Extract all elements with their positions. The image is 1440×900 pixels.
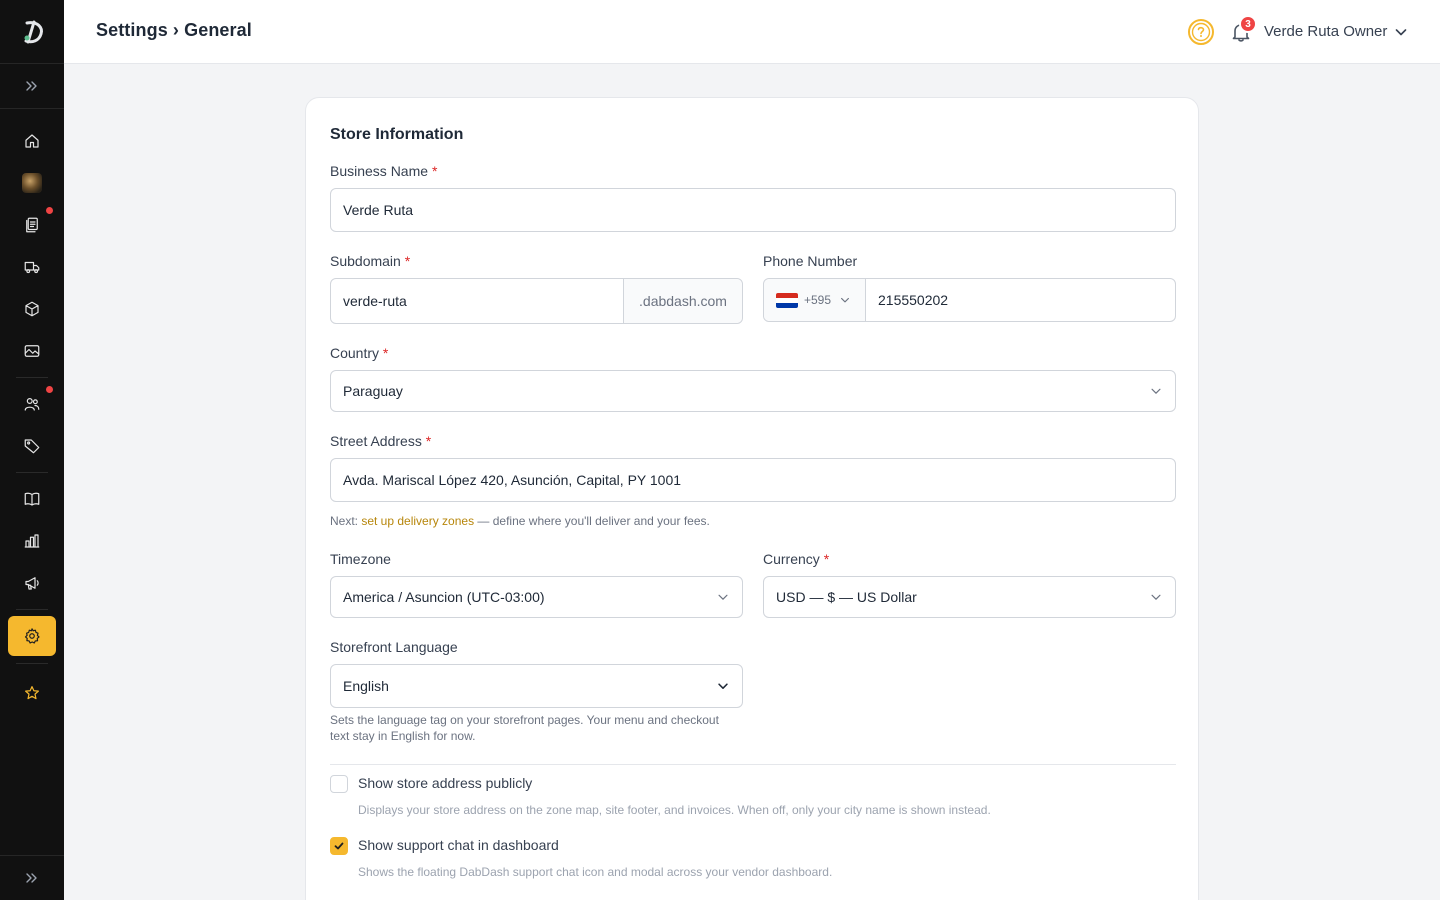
delivery-truck-icon (24, 261, 40, 274)
sidebar-item-products[interactable] (8, 289, 56, 329)
chevron-down-icon (718, 683, 728, 689)
phone-number-input[interactable]: +595 215550202 (763, 278, 1176, 322)
sidebar-item-marketing[interactable] (8, 563, 56, 603)
show-address-checkbox[interactable] (330, 775, 348, 793)
sidebar-divider (16, 609, 48, 610)
country-select[interactable]: Paraguay (330, 370, 1176, 412)
chevron-down-icon[interactable] (1393, 24, 1409, 40)
delivery-zones-hint: Next: set up delivery zones — define whe… (330, 514, 710, 528)
street-address-input[interactable]: Avda. Mariscal López 420, Asunción, Capi… (330, 458, 1176, 502)
business-name-label: Business Name * (330, 163, 438, 179)
country-code-select[interactable]: +595 (764, 279, 866, 321)
currency-label: Currency * (763, 551, 830, 567)
chevron-down-icon (841, 297, 850, 303)
subdomain-input[interactable]: verde-ruta .dabdash.com (330, 278, 743, 324)
support-chat-label[interactable]: Show support chat in dashboard (358, 837, 559, 853)
sidebar-divider (16, 663, 48, 664)
delivery-zones-link[interactable]: set up delivery zones (361, 514, 474, 528)
support-chat-checkbox[interactable] (330, 837, 348, 855)
chevron-down-icon (1151, 388, 1161, 394)
language-hint: Sets the language tag on your storefront… (330, 713, 719, 743)
double-chevron-right-icon (26, 873, 37, 883)
currency-select[interactable]: USD — $ — US Dollar (763, 576, 1176, 618)
sidebar-item-delivery[interactable] (8, 247, 56, 287)
product-thumbnail (22, 173, 42, 193)
sidebar-item-guides[interactable] (8, 479, 56, 519)
sidebar-item-analytics[interactable] (8, 521, 56, 561)
sidebar-item-promotions[interactable] (8, 426, 56, 466)
sidebar-item-home[interactable] (8, 121, 56, 161)
checkmark-icon (334, 842, 344, 850)
street-address-value: Avda. Mariscal López 420, Asunción, Capi… (343, 472, 682, 488)
storefront-language-value: English (343, 678, 389, 694)
home-icon (25, 134, 39, 148)
sidebar-divider (16, 377, 48, 378)
page-title: Settings › General (96, 20, 252, 40)
megaphone-icon (25, 577, 39, 590)
chevron-down-icon (718, 594, 728, 600)
country-value: Paraguay (343, 383, 403, 399)
book-icon (24, 492, 40, 506)
country-label: Country * (330, 345, 389, 361)
show-address-description: Displays your store address on the zone … (358, 803, 991, 817)
orders-icon (26, 217, 38, 233)
store-information-card: Store Information Business Name * Verde … (305, 97, 1199, 900)
customers-alert-dot (46, 386, 53, 393)
phone-number-label: Phone Number (763, 253, 858, 269)
subdomain-value: verde-ruta (343, 293, 407, 309)
chevron-down-icon (1151, 594, 1161, 600)
analytics-icon (24, 534, 40, 548)
subdomain-label: Subdomain * (330, 253, 411, 269)
users-icon (24, 398, 40, 411)
image-icon (24, 345, 40, 357)
sidebar-item-settings[interactable] (8, 616, 56, 656)
settings-icon (24, 628, 40, 644)
show-address-label[interactable]: Show store address publicly (358, 775, 532, 791)
user-menu-name[interactable]: Verde Ruta Owner (1264, 23, 1387, 40)
country-code-value: +595 (804, 293, 832, 307)
storefront-language-select[interactable]: English (330, 664, 743, 708)
storefront-language-label: Storefront Language (330, 639, 458, 655)
business-name-input[interactable]: Verde Ruta (330, 188, 1176, 232)
sidebar-expand-button[interactable] (0, 64, 64, 109)
currency-value: USD — $ — US Dollar (776, 589, 917, 605)
dabdash-logo-icon (24, 20, 43, 43)
sidebar-collapse-button[interactable] (0, 855, 64, 900)
paraguay-flag-icon (776, 292, 798, 308)
dabdash-logo[interactable] (0, 0, 64, 64)
box-icon (25, 301, 39, 317)
orders-alert-dot (46, 207, 53, 214)
subdomain-suffix: .dabdash.com (623, 279, 742, 323)
double-chevron-right-icon (26, 81, 37, 91)
phone-number-value: 215550202 (878, 292, 949, 308)
timezone-value: America / Asuncion (UTC-03:00) (343, 589, 545, 605)
sidebar-item-product[interactable] (8, 163, 56, 203)
timezone-label: Timezone (330, 551, 391, 567)
top-header: Settings › General 3 Verde Ruta Owner (64, 0, 1440, 64)
sidebar-item-media[interactable] (8, 331, 56, 371)
sidebar (0, 0, 64, 900)
timezone-select[interactable]: America / Asuncion (UTC-03:00) (330, 576, 743, 618)
street-address-label: Street Address * (330, 433, 432, 449)
section-title: Store Information (330, 126, 464, 143)
help-icon[interactable] (1187, 18, 1215, 46)
sidebar-item-favorites[interactable] (8, 673, 56, 713)
notification-count-badge: 3 (1239, 15, 1257, 33)
star-icon (25, 686, 39, 700)
sidebar-divider (16, 472, 48, 473)
tag-icon (24, 439, 40, 454)
section-divider (330, 764, 1176, 765)
support-chat-description: Shows the floating DabDash support chat … (358, 865, 833, 879)
business-name-value: Verde Ruta (343, 202, 414, 218)
